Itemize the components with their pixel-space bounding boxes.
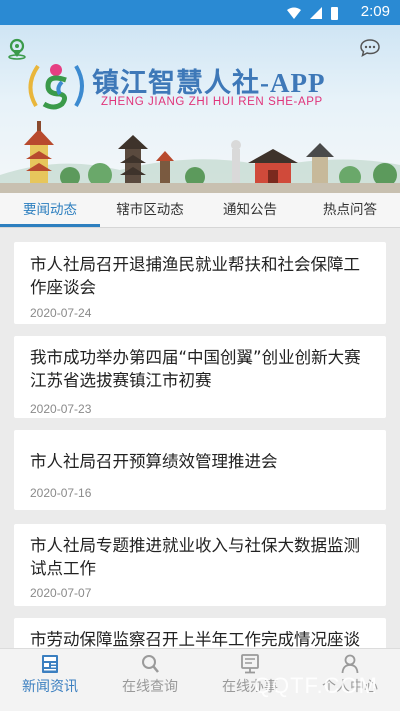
status-bar: 2:09 bbox=[0, 0, 400, 25]
news-icon bbox=[41, 654, 59, 678]
header-banner: 镇江智慧人社-APP ZHENG JIANG ZHI HUI REN SHE-A… bbox=[0, 25, 400, 193]
city-skyline-illustration bbox=[0, 121, 400, 193]
message-icon[interactable] bbox=[360, 39, 380, 61]
status-icons bbox=[286, 6, 348, 25]
app-logo bbox=[22, 58, 90, 120]
news-tabs: 要闻动态 辖市区动态 通知公告 热点问答 bbox=[0, 193, 400, 228]
tab-headline-news[interactable]: 要闻动态 bbox=[0, 193, 100, 227]
news-title: 市人社局召开预算绩效管理推进会 bbox=[30, 452, 278, 471]
wifi-icon bbox=[287, 7, 338, 20]
nav-online-query[interactable]: 在线查询 bbox=[100, 649, 200, 711]
news-title: 市人社局专题推进就业收入与社保大数据监测试点工作 bbox=[30, 536, 360, 578]
news-title: 市人社局召开退捕渔民就业帮扶和社会保障工作座谈会 bbox=[30, 255, 360, 297]
news-date: 2020-07-07 bbox=[30, 586, 92, 600]
nav-label: 新闻资讯 bbox=[22, 679, 78, 695]
news-date: 2020-07-16 bbox=[30, 486, 92, 500]
tab-hot-qa[interactable]: 热点问答 bbox=[300, 193, 400, 227]
watermark: QQTF.COM bbox=[253, 673, 378, 698]
news-list: 市人社局召开退捕渔民就业帮扶和社会保障工作座谈会 2020-07-24 我市成功… bbox=[0, 228, 400, 648]
list-item[interactable]: 市人社局召开退捕渔民就业帮扶和社会保障工作座谈会 2020-07-24 bbox=[14, 242, 386, 324]
news-date: 2020-07-24 bbox=[30, 306, 92, 320]
news-title: 我市成功举办第四届“中国创翼”创业创新大赛江苏省选拔赛镇江市初赛 bbox=[30, 348, 361, 390]
battery-icon bbox=[331, 7, 338, 20]
status-time: 2:09 bbox=[360, 3, 390, 20]
list-item[interactable]: 市人社局专题推进就业收入与社保大数据监测试点工作 2020-07-07 bbox=[14, 524, 386, 606]
app-subtitle: ZHENG JIANG ZHI HUI REN SHE-APP bbox=[101, 96, 323, 108]
search-icon bbox=[141, 654, 159, 678]
nav-label: 在线查询 bbox=[122, 679, 178, 695]
news-title: 市劳动保障监察召开上半年工作完成情况座谈 bbox=[30, 630, 360, 648]
tab-district-news[interactable]: 辖市区动态 bbox=[100, 193, 200, 227]
list-item[interactable]: 市劳动保障监察召开上半年工作完成情况座谈 bbox=[14, 618, 386, 648]
list-item[interactable]: 我市成功举办第四届“中国创翼”创业创新大赛江苏省选拔赛镇江市初赛 2020-07… bbox=[14, 336, 386, 418]
list-item[interactable]: 市人社局召开预算绩效管理推进会 2020-07-16 bbox=[14, 430, 386, 510]
app-title: 镇江智慧人社-APP bbox=[92, 68, 326, 98]
news-date: 2020-07-23 bbox=[30, 402, 92, 416]
tab-announcements[interactable]: 通知公告 bbox=[200, 193, 300, 227]
nav-news[interactable]: 新闻资讯 bbox=[0, 649, 100, 711]
signal-icon bbox=[310, 7, 322, 19]
